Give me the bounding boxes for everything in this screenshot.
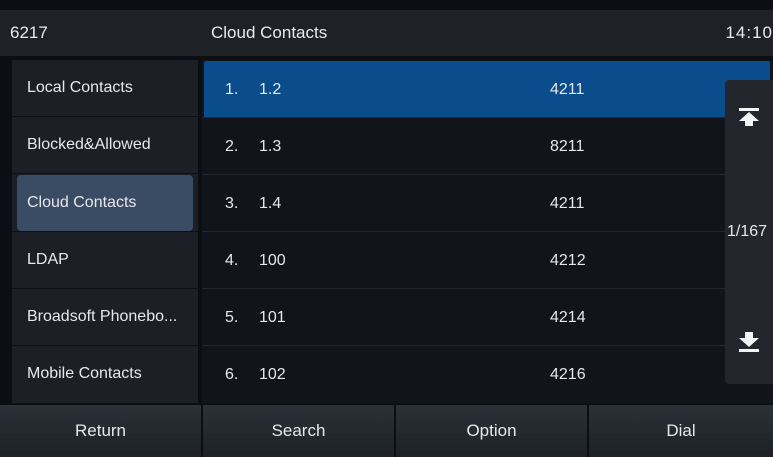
sidebar-item-mobile-contacts[interactable]: Mobile Contacts [12,346,198,402]
contact-index: 5. [225,309,239,326]
scroll-to-top-icon[interactable] [733,102,765,134]
contact-row[interactable]: 1. 1.2 4211 [204,61,770,118]
clock: 14:10 [725,23,773,42]
contact-row[interactable]: 2. 1.3 8211 [204,118,770,175]
contact-name: 102 [259,366,286,383]
contact-row[interactable]: 3. 1.4 4211 [204,175,770,232]
contact-row[interactable]: 5. 101 4214 [204,289,770,346]
sidebar-item-cloud-contacts[interactable]: Cloud Contacts [17,175,193,231]
return-button[interactable]: Return [0,405,201,457]
contact-number: 4216 [550,366,586,383]
contact-name: 1.3 [259,138,282,155]
scroll-to-bottom-icon[interactable] [733,326,765,358]
contact-name: 101 [259,309,286,326]
contact-number: 4214 [550,309,586,326]
contact-index: 6. [225,366,239,383]
phone-screen: 6217 Cloud Contacts 14:10 Local Contacts… [0,0,773,457]
contact-list: 1. 1.2 4211 2. 1.3 8211 3. 1.4 4211 4. 1… [202,60,773,403]
page-indicator: 1/167 [727,223,768,240]
scroll-panel: 1/167 [725,80,773,384]
softkey-bar: Return Search Option Dial [0,405,773,457]
dial-button[interactable]: Dial [589,405,773,457]
contact-row[interactable]: 4. 100 4212 [204,232,770,289]
contact-index: 3. [225,195,239,212]
contact-name: 1.2 [259,81,282,98]
contact-number: 8211 [550,138,585,155]
status-bar: 6217 Cloud Contacts 14:10 [0,10,773,56]
contact-name: 100 [259,252,286,269]
directory-sidebar: Local Contacts Blocked&Allowed Cloud Con… [12,60,198,403]
contact-row[interactable]: 6. 102 4216 [204,346,770,403]
contact-index: 4. [225,252,239,269]
extension-number: 6217 [10,23,48,42]
search-button[interactable]: Search [203,405,394,457]
sidebar-item-local-contacts[interactable]: Local Contacts [12,60,198,116]
contact-index: 2. [225,138,239,155]
contact-number: 4212 [550,252,586,269]
contact-index: 1. [225,81,239,98]
page-title: Cloud Contacts [211,23,328,42]
option-button[interactable]: Option [396,405,587,457]
contact-number: 4211 [550,81,585,98]
sidebar-item-ldap[interactable]: LDAP [12,232,198,288]
sidebar-item-broadsoft-phonebook[interactable]: Broadsoft Phonebo... [12,289,198,345]
contact-number: 4211 [550,195,585,212]
divider [12,173,198,174]
contact-name: 1.4 [259,195,282,212]
sidebar-item-blocked-allowed[interactable]: Blocked&Allowed [12,117,198,173]
